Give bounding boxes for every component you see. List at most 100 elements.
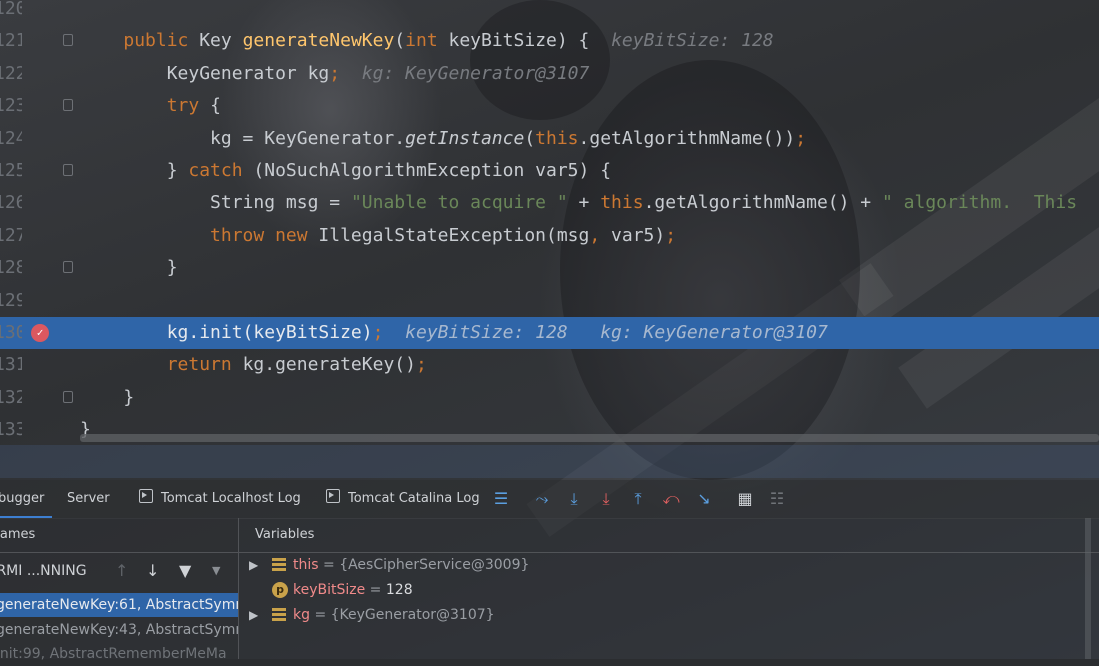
tab-debugger[interactable]: Debugger bbox=[0, 480, 52, 518]
code-token: int bbox=[405, 30, 449, 52]
fold-marker-icon[interactable] bbox=[63, 99, 73, 112]
variable-name: this bbox=[293, 557, 319, 573]
tab-server[interactable]: Server bbox=[67, 480, 110, 518]
step-over-icon[interactable]: ⤳ bbox=[532, 489, 552, 509]
next-frame-icon[interactable]: ↓ bbox=[146, 559, 159, 583]
code-line[interactable]: 124 kg = KeyGenerator.getInstance(this.g… bbox=[0, 123, 1099, 155]
run-to-cursor-icon[interactable]: ↘ bbox=[694, 489, 714, 509]
code-line[interactable]: 132 } bbox=[0, 382, 1099, 414]
code-token: ; bbox=[795, 127, 807, 149]
code-token: KeyGenerator kg bbox=[80, 62, 330, 84]
variable-value: {KeyGenerator@3107} bbox=[330, 607, 495, 623]
show-execution-point-icon[interactable]: ☰ bbox=[491, 489, 511, 509]
frame-item[interactable]: init:99, AbstractRememberMeMa bbox=[0, 642, 238, 666]
tab-tomcat-catalina-label: Tomcat Catalina Log bbox=[348, 491, 480, 506]
line-number[interactable]: 130 bbox=[0, 317, 22, 349]
code-line[interactable]: 128 } bbox=[0, 252, 1099, 284]
line-number[interactable]: 132 bbox=[0, 382, 22, 414]
variable-name: keyBitSize bbox=[293, 582, 366, 598]
line-number-text: 120 bbox=[0, 0, 22, 19]
expand-arrow-icon[interactable]: ▶ bbox=[249, 553, 258, 577]
code-token: public bbox=[123, 30, 200, 52]
code-token: .getAlgorithmName()) bbox=[578, 127, 796, 149]
line-number[interactable]: 121 bbox=[0, 25, 22, 57]
filter-icon[interactable]: ▼ bbox=[179, 559, 191, 583]
code-line[interactable]: 125 } catch (NoSuchAlgorithmException va… bbox=[0, 155, 1099, 187]
code-text: throw new IllegalStateException(msg, var… bbox=[80, 220, 676, 252]
code-line[interactable]: 127 throw new IllegalStateException(msg,… bbox=[0, 220, 1099, 252]
parameter-icon: p bbox=[272, 582, 288, 598]
drop-frame-icon[interactable]: ⤺ bbox=[661, 489, 681, 509]
line-number[interactable]: 123 bbox=[0, 90, 22, 122]
line-number[interactable]: 129 bbox=[0, 285, 22, 317]
code-text: String msg = "Unable to acquire " + this… bbox=[80, 187, 1077, 219]
inline-debug-hint: keyBitSize: 128 kg: KeyGenerator@3107 bbox=[405, 322, 828, 343]
code-token: var5) bbox=[611, 224, 666, 246]
field-icon bbox=[272, 557, 288, 573]
field-icon bbox=[272, 607, 288, 623]
code-text: kg.init(keyBitSize); keyBitSize: 128 kg:… bbox=[80, 317, 828, 349]
line-number[interactable]: 120 bbox=[0, 0, 22, 25]
step-into-icon[interactable]: ⤓ bbox=[564, 489, 584, 509]
line-number[interactable]: 133 bbox=[0, 414, 22, 446]
line-number[interactable]: 128 bbox=[0, 252, 22, 284]
code-token: " algorithm. This bbox=[881, 192, 1078, 214]
step-out-icon[interactable]: ⤒ bbox=[628, 489, 648, 509]
line-number-text: 126 bbox=[0, 192, 22, 214]
tab-tomcat-localhost-log[interactable]: Tomcat Localhost Log bbox=[139, 480, 301, 518]
code-line[interactable]: 123 try { bbox=[0, 90, 1099, 122]
code-text: } bbox=[80, 252, 178, 284]
line-number[interactable]: 124 bbox=[0, 123, 22, 155]
fold-marker-icon[interactable] bbox=[63, 34, 73, 47]
expand-arrow-icon[interactable]: ▶ bbox=[249, 603, 258, 627]
code-token: getInstance bbox=[405, 127, 525, 149]
thread-selector[interactable]: "RMI ...NNING ↑ ↓ ▼ ▼ bbox=[0, 559, 238, 583]
trace-current-stream-icon[interactable]: ☷ bbox=[767, 489, 787, 509]
line-number[interactable]: 131 bbox=[0, 349, 22, 381]
line-number[interactable]: 126 bbox=[0, 187, 22, 219]
divider bbox=[0, 552, 238, 553]
fold-marker-icon[interactable] bbox=[63, 164, 73, 176]
vertical-scrollbar[interactable] bbox=[1085, 518, 1091, 659]
code-text: kg = KeyGenerator.getInstance(this.getAl… bbox=[80, 123, 806, 155]
code-line[interactable]: 130 ✓ kg.init(keyBitSize); keyBitSize: 12… bbox=[0, 317, 1099, 349]
frame-item[interactable]: generateNewKey:61, AbstractSymm bbox=[0, 593, 238, 617]
code-line[interactable]: 122 KeyGenerator kg; kg: KeyGenerator@31… bbox=[0, 58, 1099, 90]
code-token: this bbox=[535, 127, 579, 149]
variable-row[interactable]: p keyBitSize = 128 bbox=[239, 578, 1079, 602]
line-number-text: 128 bbox=[0, 257, 22, 279]
code-line[interactable]: 120 bbox=[0, 0, 1099, 25]
code-editor[interactable]: 120 121 public Key generateNewKey(int key… bbox=[0, 0, 1099, 445]
tab-server-label: Server bbox=[67, 491, 110, 506]
code-line[interactable]: 126 String msg = "Unable to acquire " + … bbox=[0, 187, 1099, 219]
variable-row[interactable]: ▶ this = {AesCipherService@3009} bbox=[239, 553, 1079, 577]
fold-marker-icon[interactable] bbox=[63, 390, 73, 403]
code-token: return bbox=[166, 354, 243, 376]
line-number[interactable]: 127 bbox=[0, 220, 22, 252]
dropdown-arrow-icon[interactable]: ▼ bbox=[212, 559, 220, 583]
editor-status-strip bbox=[0, 445, 1099, 478]
evaluate-expression-icon[interactable]: ▦ bbox=[735, 489, 755, 509]
line-number[interactable]: 122 bbox=[0, 58, 22, 90]
frame-item[interactable]: generateNewKey:43, AbstractSymm bbox=[0, 618, 238, 642]
breakpoint-icon[interactable]: ✓ bbox=[31, 324, 49, 342]
line-number[interactable]: 125 bbox=[0, 155, 22, 187]
force-step-into-icon[interactable]: ⤓ bbox=[596, 489, 616, 509]
code-line[interactable]: 121 public Key generateNewKey(int keyBit… bbox=[0, 25, 1099, 57]
previous-frame-icon[interactable]: ↑ bbox=[115, 559, 128, 583]
code-text: } catch (NoSuchAlgorithmException var5) … bbox=[80, 155, 611, 187]
fold-marker-icon[interactable] bbox=[63, 261, 73, 274]
console-icon bbox=[326, 489, 340, 503]
line-number-text: 123 bbox=[0, 95, 22, 117]
code-token: kg = KeyGenerator. bbox=[80, 127, 406, 149]
code-token: this bbox=[600, 192, 644, 214]
tab-tomcat-catalina-log[interactable]: Tomcat Catalina Log bbox=[326, 480, 480, 518]
horizontal-scrollbar[interactable] bbox=[80, 434, 1099, 442]
variable-row[interactable]: ▶ kg = {KeyGenerator@3107} bbox=[239, 603, 1079, 627]
code-token: + bbox=[567, 192, 601, 214]
code-line[interactable]: 131 return kg.generateKey(); bbox=[0, 349, 1099, 381]
code-line[interactable]: 129 bbox=[0, 285, 1099, 317]
code-token: } bbox=[80, 160, 189, 181]
